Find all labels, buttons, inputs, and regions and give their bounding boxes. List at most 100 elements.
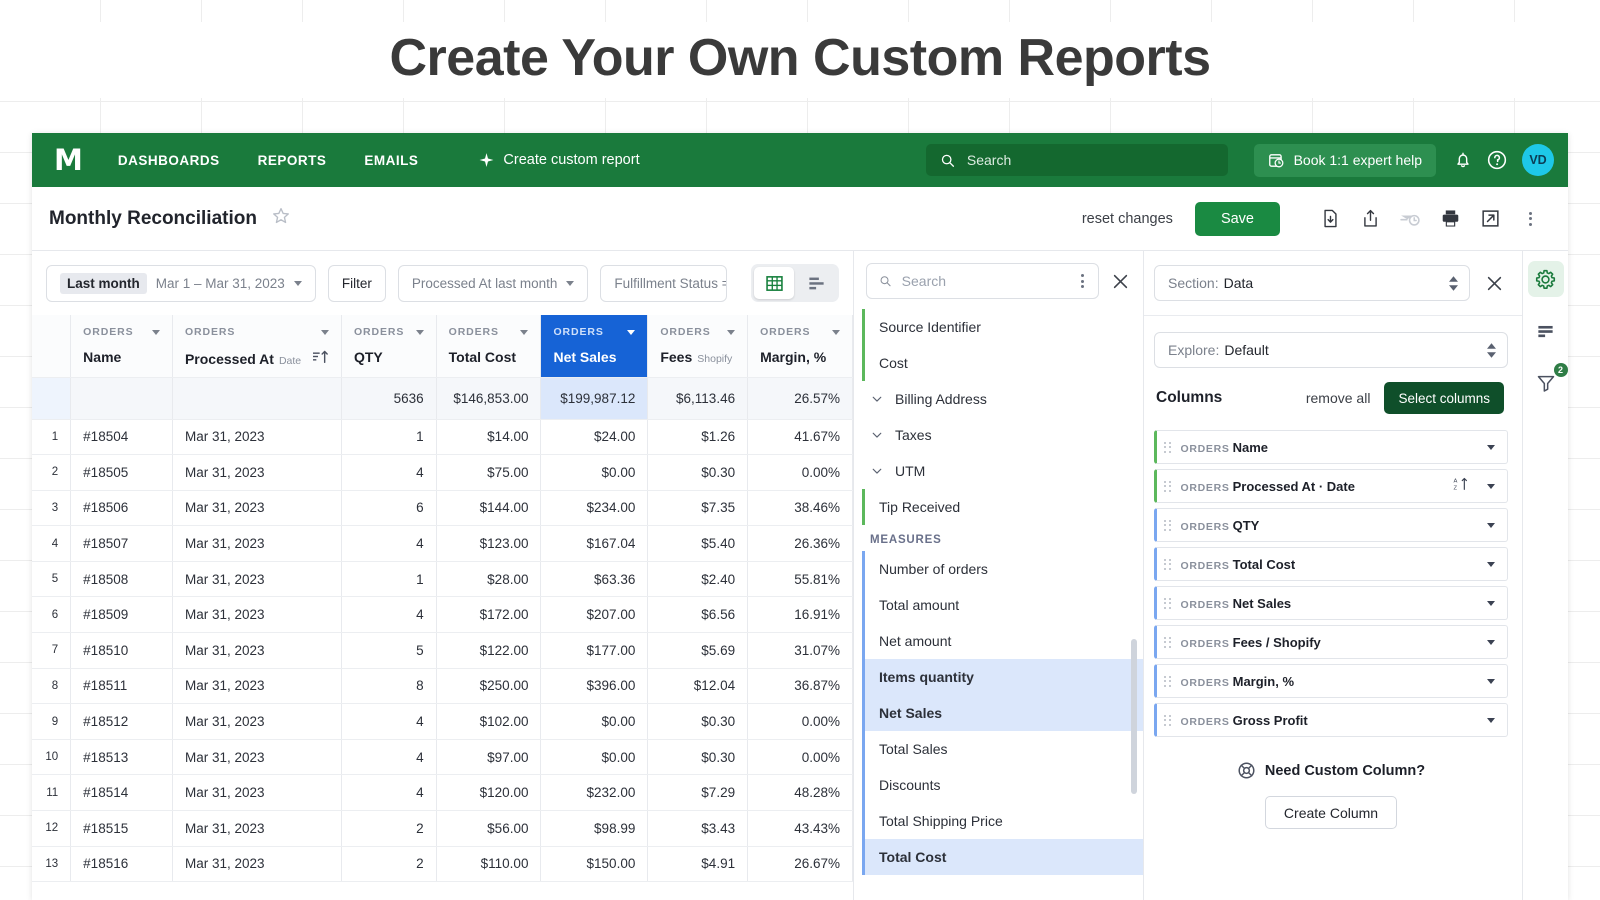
open-external-button[interactable] bbox=[1470, 201, 1510, 237]
selected-column-item[interactable]: ORDERSTotal Cost bbox=[1154, 547, 1508, 581]
fields-options-icon[interactable] bbox=[1077, 272, 1088, 290]
chevron-down-icon[interactable] bbox=[1487, 679, 1495, 684]
table-row[interactable]: 11#18514Mar 31, 20234$120.00$232.00$7.29… bbox=[32, 775, 853, 811]
filter-chip-fulfillment-status[interactable]: Fulfillment Status = fulfille bbox=[600, 265, 727, 302]
column-header[interactable]: ORDERSQTY bbox=[341, 315, 436, 377]
fields-search-input[interactable] bbox=[902, 273, 1068, 289]
column-header[interactable]: ORDERSNet Sales bbox=[541, 315, 648, 377]
print-button[interactable] bbox=[1430, 201, 1470, 237]
chevron-down-icon[interactable] bbox=[1487, 562, 1495, 567]
measure-item[interactable]: Number of orders bbox=[862, 551, 1143, 587]
drag-handle-icon[interactable] bbox=[1164, 715, 1171, 726]
chevron-down-icon[interactable] bbox=[1487, 640, 1495, 645]
table-row[interactable]: 12#18515Mar 31, 20232$56.00$98.99$3.4343… bbox=[32, 811, 853, 847]
column-header[interactable]: ORDERSMargin, % bbox=[748, 315, 853, 377]
column-header[interactable]: ORDERSProcessed AtDate bbox=[172, 315, 341, 377]
select-columns-button[interactable]: Select columns bbox=[1384, 382, 1504, 414]
global-search-input[interactable] bbox=[967, 152, 1214, 168]
table-row[interactable]: 9#18512Mar 31, 20234$102.00$0.00$0.300.0… bbox=[32, 704, 853, 740]
fields-list-scrollbar[interactable] bbox=[1131, 639, 1137, 794]
selected-column-item[interactable]: ORDERSGross Profit bbox=[1154, 703, 1508, 737]
filter-button[interactable]: Filter bbox=[328, 265, 386, 302]
settings-rail-button[interactable] bbox=[1528, 261, 1564, 297]
brand-logo-icon[interactable]: M bbox=[54, 146, 82, 175]
chevron-down-icon[interactable] bbox=[416, 330, 424, 335]
sort-az-icon[interactable]: AZ bbox=[1453, 476, 1469, 496]
book-expert-help-button[interactable]: Book 1:1 expert help bbox=[1254, 144, 1436, 177]
drag-handle-icon[interactable] bbox=[1164, 559, 1171, 570]
field-item[interactable]: Source Identifier bbox=[862, 309, 1143, 345]
chevron-down-icon[interactable] bbox=[727, 330, 735, 335]
drag-handle-icon[interactable] bbox=[1164, 481, 1171, 492]
chevron-down-icon[interactable] bbox=[321, 330, 329, 335]
table-row[interactable]: 1#18504Mar 31, 20231$14.00$24.00$1.2641.… bbox=[32, 419, 853, 455]
drag-handle-icon[interactable] bbox=[1164, 598, 1171, 609]
favorite-star-icon[interactable] bbox=[271, 206, 291, 231]
drag-handle-icon[interactable] bbox=[1164, 442, 1171, 453]
close-fields-panel-button[interactable] bbox=[1107, 267, 1133, 295]
section-select[interactable]: Section: Data bbox=[1154, 265, 1470, 301]
field-item[interactable]: Billing Address bbox=[862, 381, 1143, 417]
selected-column-item[interactable]: ORDERSMargin, % bbox=[1154, 664, 1508, 698]
measure-item[interactable]: Total Sales bbox=[862, 731, 1143, 767]
layout-rail-button[interactable] bbox=[1528, 313, 1564, 349]
filters-rail-button[interactable]: 2 bbox=[1528, 365, 1564, 401]
selected-columns-list[interactable]: ORDERSName ORDERSProcessed At · DateAZ ORD… bbox=[1154, 430, 1508, 737]
table-view-button[interactable] bbox=[754, 267, 794, 299]
schedule-send-button[interactable] bbox=[1390, 201, 1430, 237]
measure-item[interactable]: Net Sales bbox=[862, 695, 1143, 731]
create-custom-report-button[interactable]: Create custom report bbox=[478, 152, 639, 169]
chevron-down-icon[interactable] bbox=[1487, 445, 1495, 450]
share-button[interactable] bbox=[1350, 201, 1390, 237]
chevron-down-icon[interactable] bbox=[520, 330, 528, 335]
table-row[interactable]: 4#18507Mar 31, 20234$123.00$167.04$5.402… bbox=[32, 526, 853, 562]
measure-item[interactable]: Total Cost bbox=[862, 839, 1143, 875]
chevron-down-icon[interactable] bbox=[1487, 718, 1495, 723]
table-row[interactable]: 8#18511Mar 31, 20238$250.00$396.00$12.04… bbox=[32, 668, 853, 704]
chevron-down-icon[interactable] bbox=[832, 330, 840, 335]
field-item[interactable]: Taxes bbox=[862, 417, 1143, 453]
selected-column-item[interactable]: ORDERSQTY bbox=[1154, 508, 1508, 542]
table-row[interactable]: 5#18508Mar 31, 20231$28.00$63.36$2.4055.… bbox=[32, 561, 853, 597]
measure-item[interactable]: Net amount bbox=[862, 623, 1143, 659]
measure-item[interactable]: Discounts bbox=[862, 767, 1143, 803]
field-item[interactable]: Cost bbox=[862, 345, 1143, 381]
chevron-down-icon[interactable] bbox=[1487, 601, 1495, 606]
column-header[interactable]: ORDERSFeesShopify bbox=[648, 315, 748, 377]
filter-chip-processed-at[interactable]: Processed At last month bbox=[398, 265, 589, 302]
fields-list[interactable]: Source IdentifierCostBilling AddressTaxe… bbox=[854, 309, 1143, 900]
drag-handle-icon[interactable] bbox=[1164, 676, 1171, 687]
table-row[interactable]: 3#18506Mar 31, 20236$144.00$234.00$7.353… bbox=[32, 490, 853, 526]
table-row[interactable]: 6#18509Mar 31, 20234$172.00$207.00$6.561… bbox=[32, 597, 853, 633]
reset-changes-button[interactable]: reset changes bbox=[1082, 211, 1173, 227]
notifications-button[interactable] bbox=[1446, 143, 1480, 177]
measure-item[interactable]: Total amount bbox=[862, 587, 1143, 623]
table-row[interactable]: 7#18510Mar 31, 20235$122.00$177.00$5.693… bbox=[32, 633, 853, 669]
global-search-box[interactable] bbox=[926, 144, 1228, 176]
user-avatar[interactable]: VD bbox=[1522, 144, 1554, 176]
column-sort-icon[interactable] bbox=[312, 349, 329, 367]
create-column-button[interactable]: Create Column bbox=[1265, 796, 1397, 829]
date-range-picker[interactable]: Last month Mar 1 – Mar 31, 2023 bbox=[46, 265, 316, 302]
selected-column-item[interactable]: ORDERSFees / Shopify bbox=[1154, 625, 1508, 659]
measure-item[interactable]: Items quantity bbox=[862, 659, 1143, 695]
chevron-down-icon[interactable] bbox=[1487, 523, 1495, 528]
selected-column-item[interactable]: ORDERSNet Sales bbox=[1154, 586, 1508, 620]
nav-link-emails[interactable]: EMAILS bbox=[364, 153, 418, 168]
more-options-button[interactable] bbox=[1510, 201, 1550, 237]
table-row[interactable]: 10#18513Mar 31, 20234$97.00$0.00$0.300.0… bbox=[32, 739, 853, 775]
report-table-wrapper[interactable]: ORDERSNameORDERSProcessed AtDateORDERSQT… bbox=[32, 315, 853, 900]
fields-search-box[interactable] bbox=[866, 263, 1099, 299]
column-header[interactable]: ORDERSName bbox=[71, 315, 173, 377]
selected-column-item[interactable]: ORDERSName bbox=[1154, 430, 1508, 464]
list-view-button[interactable] bbox=[796, 267, 836, 299]
explore-select[interactable]: Explore: Default bbox=[1154, 332, 1508, 368]
chevron-down-icon[interactable] bbox=[152, 330, 160, 335]
nav-link-dashboards[interactable]: DASHBOARDS bbox=[118, 153, 220, 168]
chevron-down-icon[interactable] bbox=[627, 330, 635, 335]
help-button[interactable] bbox=[1480, 143, 1514, 177]
field-item[interactable]: Tip Received bbox=[862, 489, 1143, 525]
table-row[interactable]: 2#18505Mar 31, 20234$75.00$0.00$0.300.00… bbox=[32, 455, 853, 491]
field-item[interactable]: UTM bbox=[862, 453, 1143, 489]
selected-column-item[interactable]: ORDERSProcessed At · DateAZ bbox=[1154, 469, 1508, 503]
